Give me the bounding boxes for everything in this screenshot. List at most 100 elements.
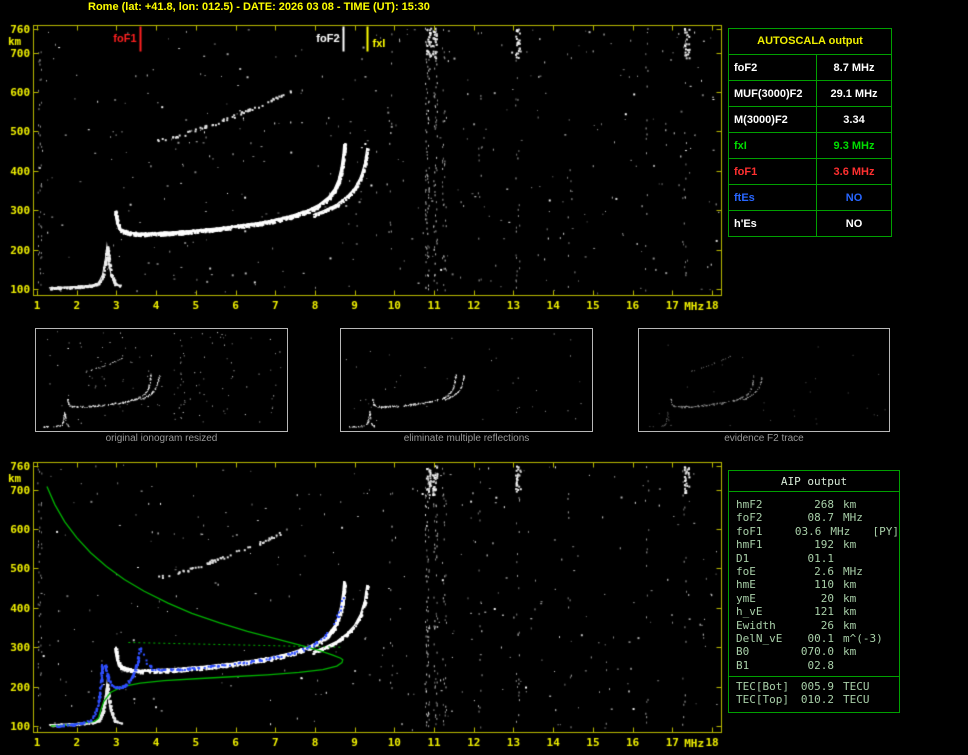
aip-unit: km	[843, 591, 857, 605]
aip-row-tec-bot-: TEC[Bot] 005.9 TECU	[729, 680, 899, 693]
aip-name: hmF1	[736, 538, 763, 552]
aip-table-header: AIP output	[729, 471, 899, 492]
autoscala-param-label: h'Es	[729, 211, 817, 236]
aip-row-hmf1: hmF1 192 km	[729, 538, 899, 551]
autoscala-table-header: AUTOSCALA output	[729, 29, 891, 55]
autoscala-param-value: 8.7 MHz	[833, 61, 875, 74]
autoscala-table-rows: foF2 8.7 MHz MUF(3000)F2 29.1 MHz M(3000)F2 3…	[729, 55, 891, 236]
aip-extra: [PY]	[872, 524, 900, 538]
thumbnail-no-multiples-canvas	[341, 329, 592, 429]
aip-row-yme: ymE 20 km	[729, 592, 899, 605]
bottom-ionogram-plot	[0, 453, 726, 755]
aip-unit: km	[843, 605, 857, 619]
aip-value: 121	[814, 605, 834, 619]
autoscala-param-value: 29.1 MHz	[830, 87, 878, 100]
aip-output-table: AIP output hmF2 268 km foF2 08.7 MHz foF1 03.6 M…	[728, 470, 900, 713]
autoscala-row-fxi: fxI 9.3 MHz	[729, 133, 891, 159]
thumbnail-original-ionogram	[35, 328, 288, 432]
aip-value: 005.9	[800, 680, 834, 694]
aip-value: 192	[814, 538, 834, 552]
aip-name: TEC[Bot]	[736, 680, 789, 694]
autoscala-param-label: M(3000)F2	[729, 107, 817, 132]
aip-row-fof1: foF1 03.6 MHz [PY]	[729, 525, 899, 538]
thumbnail-caption-f2-trace: evidence F2 trace	[724, 433, 804, 444]
autoscala-row-ftes: ftEs NO	[729, 185, 891, 211]
aip-value: 00.1	[807, 631, 835, 645]
aip-unit: km	[843, 498, 857, 511]
autoscala-param-value: 3.6 MHz	[833, 165, 875, 178]
autoscala-row-fof1: foF1 3.6 MHz	[729, 159, 891, 185]
thumbnail-caption-original: original ionogram resized	[105, 433, 218, 444]
autoscala-param-label: fxI	[729, 133, 817, 158]
aip-unit: km	[843, 645, 857, 659]
aip-name: foF2	[736, 511, 763, 525]
aip-value: 20	[820, 591, 834, 605]
autoscala-row-h-es: h'Es NO	[729, 211, 891, 236]
aip-unit: TECU	[843, 693, 870, 707]
aip-name: ymE	[736, 591, 756, 605]
autoscala-param-label: MUF(3000)F2	[729, 81, 817, 106]
aip-name: hmE	[736, 578, 756, 592]
thumbnail-original-canvas	[36, 329, 287, 429]
aip-unit	[843, 552, 889, 565]
autoscala-row-muf-3000-f2: MUF(3000)F2 29.1 MHz	[729, 81, 891, 107]
thumbnail-caption-no-multiples: eliminate multiple reflections	[403, 433, 530, 444]
aip-name: Ewidth	[736, 618, 776, 632]
aip-unit: TECU	[843, 680, 870, 694]
aip-row-hmf2: hmF2 268 km	[729, 498, 899, 511]
aip-row-b0: B0 070.0 km	[729, 645, 899, 658]
aip-name: TEC[Top]	[736, 693, 789, 707]
aip-unit: km	[843, 618, 857, 632]
aip-row-deln-ve: DelN_vE 00.1 m^(-3)	[729, 632, 899, 645]
autoscala-param-value: NO	[845, 217, 863, 230]
aip-unit: MHz	[843, 564, 863, 578]
autoscala-window: Rome (lat: +41.8, lon: 012.5) - DATE: 20…	[0, 0, 968, 755]
aip-value: 01.1	[807, 551, 835, 565]
thumbnail-no-multiples	[340, 328, 593, 432]
aip-unit: km	[843, 578, 857, 592]
aip-name: B1	[736, 658, 750, 672]
aip-row-tec-top-: TEC[Top] 010.2 TECU	[729, 693, 899, 706]
thumbnail-f2-trace	[638, 328, 890, 432]
aip-table-rows: hmF2 268 km foF2 08.7 MHz foF1 03.6 MHz [PY] hmF1 1…	[729, 498, 899, 672]
autoscala-param-value: 9.3 MHz	[833, 139, 875, 152]
autoscala-row-fof2: foF2 8.7 MHz	[729, 55, 891, 81]
aip-unit: m^(-3)	[843, 631, 883, 645]
aip-row-fof2: foF2 08.7 MHz	[729, 511, 899, 524]
aip-name: h_vE	[736, 605, 763, 619]
autoscala-param-label: foF1	[729, 159, 817, 184]
aip-unit: MHz	[843, 511, 863, 525]
aip-value: 010.2	[800, 693, 834, 707]
aip-row-b1: B1 02.8	[729, 659, 899, 672]
autoscala-param-value: 3.34	[843, 113, 865, 126]
aip-name: DelN_vE	[736, 631, 783, 645]
aip-unit	[843, 659, 889, 672]
aip-row-h-ve: h_vE 121 km	[729, 605, 899, 618]
autoscala-param-label: foF2	[729, 55, 817, 80]
aip-row-hme: hmE 110 km	[729, 578, 899, 591]
aip-name: foF1	[736, 524, 763, 538]
aip-value: 26	[820, 618, 834, 632]
aip-value: 03.6	[794, 524, 822, 538]
aip-value: 08.7	[807, 511, 835, 525]
aip-value: 02.8	[807, 658, 835, 672]
aip-row-foe: foE 2.6 MHz	[729, 565, 899, 578]
aip-value: 070.0	[800, 645, 834, 659]
aip-unit: km	[843, 538, 857, 552]
aip-unit: MHz	[830, 524, 851, 538]
aip-name: B0	[736, 645, 750, 659]
aip-name: foE	[736, 564, 756, 578]
autoscala-param-value: NO	[845, 191, 863, 204]
aip-name: D1	[736, 551, 750, 565]
aip-value: 2.6	[814, 564, 834, 578]
aip-row-d1: D1 01.1	[729, 552, 899, 565]
aip-row-ewidth: Ewidth 26 km	[729, 619, 899, 632]
aip-name: hmF2	[736, 498, 763, 511]
top-ionogram-plot	[0, 16, 726, 316]
autoscala-output-table: AUTOSCALA output foF2 8.7 MHz MUF(3000)F2 2…	[728, 28, 892, 237]
autoscala-row-m-3000-f2: M(3000)F2 3.34	[729, 107, 891, 133]
aip-value: 110	[814, 578, 834, 592]
autoscala-param-label: ftEs	[729, 185, 817, 210]
thumbnail-f2-trace-canvas	[639, 329, 889, 429]
page-title: Rome (lat: +41.8, lon: 012.5) - DATE: 20…	[88, 1, 430, 13]
